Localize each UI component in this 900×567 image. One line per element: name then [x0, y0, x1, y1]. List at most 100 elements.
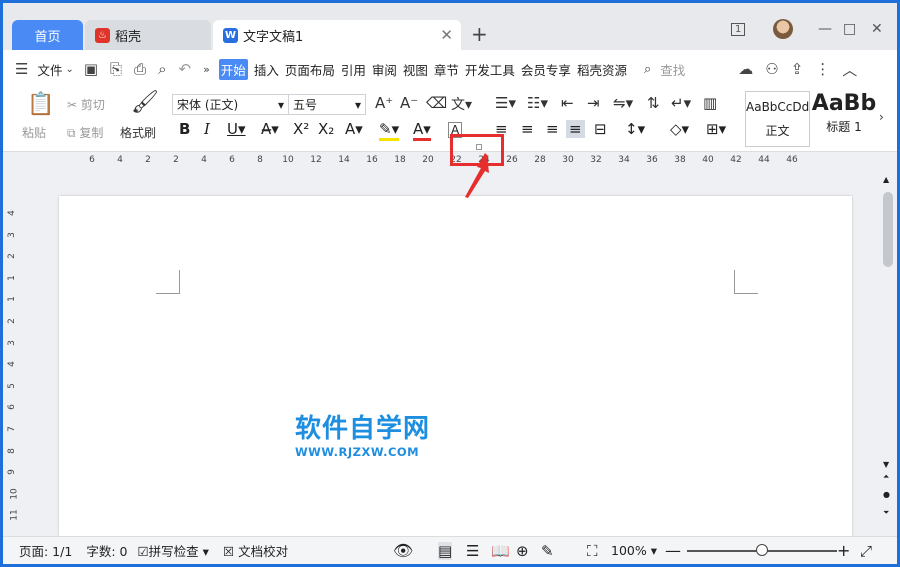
format-painter-button[interactable]: 格式刷 [120, 124, 156, 141]
document-page[interactable] [59, 196, 852, 536]
shading-icon[interactable]: ◇▾ [670, 120, 689, 138]
justify-icon[interactable]: ≡ [566, 120, 585, 138]
menu-view[interactable]: 视图 [403, 60, 428, 79]
grow-font-icon[interactable]: A⁺ [375, 94, 393, 112]
tab-document[interactable]: W 文字文稿1 ✕ [213, 20, 461, 50]
sort-icon[interactable]: ⇅ [647, 94, 660, 112]
page-count[interactable]: 页面: 1/1 [19, 541, 72, 560]
avatar[interactable] [773, 19, 793, 39]
format-painter-icon[interactable]: 🖌 [131, 90, 159, 115]
subscript-icon[interactable]: X₂ [318, 120, 334, 138]
close-tab-icon[interactable]: ✕ [440, 26, 453, 44]
chinese-layout-icon[interactable]: ⇋▾ [613, 94, 633, 112]
cut-button[interactable]: ✂ 剪切 [67, 96, 105, 113]
tab-home[interactable]: 首页 [12, 20, 83, 50]
outline-view-icon[interactable]: ☰ [466, 542, 479, 560]
undo-icon[interactable]: ↶ [178, 60, 191, 78]
decrease-indent-icon[interactable]: ⇤ [561, 94, 574, 112]
word-count[interactable]: 字数: 0 [86, 541, 127, 560]
copy-button[interactable]: ⧉ 复制 [67, 124, 103, 141]
eye-protection-icon[interactable]: 👁 [393, 541, 413, 560]
numbered-list-icon[interactable]: ☷▾ [527, 94, 548, 112]
menu-references[interactable]: 引用 [341, 60, 366, 79]
zoom-slider-knob[interactable] [756, 544, 768, 556]
search-icon[interactable]: ⌕ [644, 62, 651, 77]
next-page-icon[interactable]: ⏷ [883, 508, 889, 518]
shrink-font-icon[interactable]: A⁻ [400, 94, 418, 112]
increase-indent-icon[interactable]: ⇥ [587, 94, 600, 112]
style-heading1[interactable]: AaBb 标题 1 [811, 91, 877, 147]
prev-page-icon[interactable]: ⏶ [883, 472, 889, 482]
export-pdf-icon[interactable]: ⎘ [110, 60, 122, 78]
vertical-scrollbar[interactable]: ▲ ▼ ⏶ ● ⏷ [879, 172, 897, 536]
line-spacing-icon[interactable]: ↕▾ [625, 120, 645, 138]
menu-section[interactable]: 章节 [434, 60, 459, 79]
menu-start[interactable]: 开始 [218, 58, 248, 80]
font-color-icon[interactable]: A▾ [413, 120, 431, 141]
highlight-color-icon[interactable]: ✎▾ [379, 120, 400, 141]
collaborate-icon[interactable]: ⚇ [765, 60, 778, 78]
align-right-icon[interactable]: ≡ [546, 120, 559, 138]
select-browse-icon[interactable]: ● [883, 490, 890, 499]
borders-icon[interactable]: ⊞▾ [706, 120, 726, 138]
page-view-icon[interactable]: ▤ [438, 541, 453, 560]
share-icon[interactable]: ⇪ [791, 60, 804, 78]
menu-review[interactable]: 审阅 [372, 60, 397, 79]
menu-member[interactable]: 会员专享 [521, 60, 571, 79]
chevron-right-icon[interactable]: › [879, 110, 884, 124]
fullscreen-icon[interactable]: ⤢ [860, 542, 872, 560]
underline-icon[interactable]: U▾ [227, 120, 246, 138]
vertical-ruler[interactable]: 4 3 2 1 1 2 3 4 5 6 7 8 9 10 11 [3, 172, 23, 536]
align-center-icon[interactable]: ≡ [521, 120, 534, 138]
strikethrough-icon[interactable]: A̶▾ [261, 120, 279, 138]
scroll-thumb[interactable] [883, 192, 893, 267]
cloud-sync-icon[interactable]: ☁ [738, 60, 753, 78]
style-normal[interactable]: AaBbCcDd 正文 [745, 91, 810, 147]
clear-format-icon[interactable]: ⌫ [426, 94, 447, 112]
show-marks-icon[interactable]: ↵▾ [671, 94, 691, 112]
paste-button[interactable]: 粘贴 [22, 124, 46, 141]
fit-page-icon[interactable]: ⛶ [587, 542, 598, 560]
menu-file[interactable]: 文件 [37, 60, 62, 79]
bold-icon[interactable]: B [179, 120, 190, 138]
text-effect-icon[interactable]: A▾ [345, 120, 363, 138]
window-count-badge[interactable]: 1 [731, 23, 746, 36]
menu-insert[interactable]: 插入 [254, 60, 279, 79]
scroll-down-icon[interactable]: ▼ [883, 460, 889, 469]
collapse-ribbon-icon[interactable]: ︿ [842, 59, 857, 80]
tab-daoke[interactable]: ♨ 稻壳 [85, 20, 211, 50]
proofread-button[interactable]: ☒ 文档校对 [223, 541, 288, 560]
close-window-button[interactable]: ✕ [871, 21, 883, 37]
superscript-icon[interactable]: X² [293, 120, 309, 138]
more-chevron-icon[interactable]: » [203, 63, 210, 76]
distributed-align-icon[interactable]: ⊟ [594, 120, 607, 138]
zoom-out-icon[interactable]: — [665, 541, 681, 560]
search-label[interactable]: 查找 [660, 60, 685, 79]
new-tab-button[interactable]: + [471, 22, 488, 46]
minimize-button[interactable]: — [818, 21, 832, 37]
table-tools-icon[interactable]: ▥ [703, 94, 717, 112]
font-name-select[interactable]: 宋体 (正文) ▾ [172, 94, 289, 115]
hamburger-icon[interactable]: ☰ [15, 60, 28, 78]
web-view-icon[interactable]: ⊕ [516, 542, 529, 560]
more-icon[interactable]: ⋮ [815, 60, 830, 78]
italic-icon[interactable]: I [204, 120, 210, 138]
pinyin-guide-icon[interactable]: 文▾ [451, 94, 472, 114]
menu-developer[interactable]: 开发工具 [465, 60, 515, 79]
chevron-down-icon[interactable]: ⌄ [65, 64, 73, 75]
print-icon[interactable]: ⎙ [134, 60, 146, 78]
writing-mode-icon[interactable]: ✎ [541, 542, 554, 560]
bullet-list-icon[interactable]: ☰▾ [495, 94, 516, 112]
font-size-select[interactable]: 五号 ▾ [288, 94, 366, 115]
reading-view-icon[interactable]: 📖 [491, 542, 510, 560]
print-preview-icon[interactable]: ⌕ [158, 60, 166, 78]
spell-check-button[interactable]: ☑拼写检查 ▾ [137, 541, 208, 560]
restore-button[interactable]: □ [843, 21, 856, 37]
menu-page-layout[interactable]: 页面布局 [285, 60, 335, 79]
menu-daoke-resources[interactable]: 稻壳资源 [577, 60, 627, 79]
zoom-level[interactable]: 100% ▾ [611, 543, 657, 558]
scroll-up-icon[interactable]: ▲ [883, 175, 889, 184]
paste-icon[interactable]: 📋 [27, 92, 54, 117]
save-icon[interactable]: ▣ [84, 60, 98, 78]
zoom-in-icon[interactable]: + [837, 541, 850, 560]
